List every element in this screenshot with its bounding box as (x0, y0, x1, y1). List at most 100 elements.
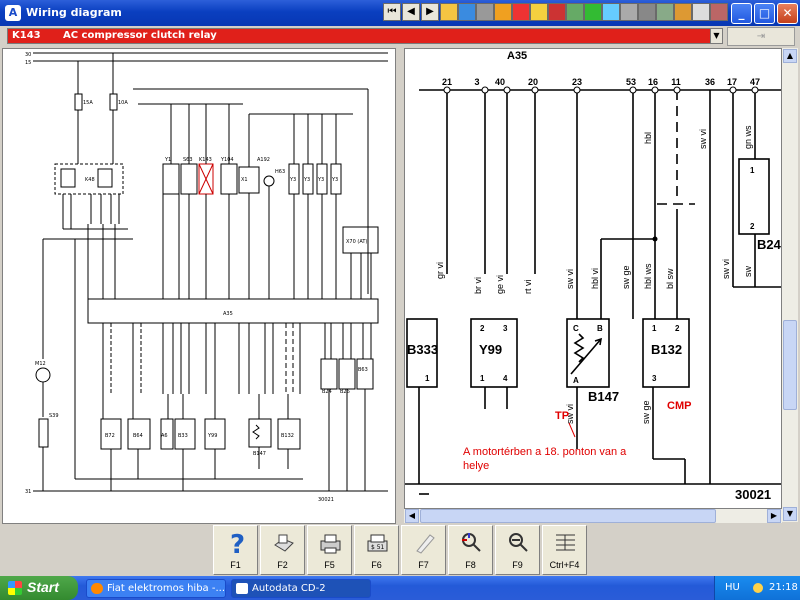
wire-hbl: hbl (643, 132, 653, 144)
scroll-up-icon[interactable]: ▲ (783, 49, 797, 63)
cd-icon[interactable] (620, 3, 638, 21)
crate-icon[interactable] (710, 3, 728, 21)
right-diagram-pane[interactable]: 21 3 40 20 23 53 16 11 36 17 47 A35 gr v… (404, 48, 782, 509)
part-b72: B72 (105, 433, 115, 439)
app-icon[interactable]: A (5, 5, 21, 21)
horizontal-scroll-thumb[interactable] (420, 509, 716, 523)
f2-label: F2 (277, 560, 288, 570)
part-s39: S39 (49, 413, 59, 419)
wire-hbl-vi: hbl vi (590, 268, 600, 289)
pin-3: 3 (474, 77, 479, 87)
firefox-icon (91, 583, 103, 594)
chevron-down-icon[interactable]: ▼ (710, 28, 723, 44)
start-label: Start (27, 579, 59, 595)
vertical-scroll-thumb[interactable] (783, 320, 797, 410)
annotation-text-line1: A motortérben a 18. ponton van a (463, 446, 627, 458)
exit-icon: ⇥ (756, 31, 766, 42)
nav-first-icon[interactable]: ⏮ (383, 3, 401, 21)
wire-sw-vi-b: sw vi (721, 259, 731, 279)
component-select[interactable]: K143 AC compressor clutch relay (7, 28, 722, 44)
part-b63: B63 (358, 367, 368, 373)
part-h63: H63 (275, 169, 285, 175)
wire-bl-sw: bl sw (665, 268, 675, 289)
document-icon[interactable] (512, 3, 530, 21)
export-icon: $ 51 (367, 534, 388, 552)
car-icon[interactable] (530, 3, 548, 21)
house-icon[interactable] (692, 3, 710, 21)
f5-button[interactable]: F5 (307, 525, 352, 575)
pin-36: 36 (705, 77, 715, 87)
taskbar-item-firefox-label: Fiat elektromos hiba -... (107, 583, 225, 594)
notes-icon[interactable] (638, 3, 656, 21)
b132-pin-3: 3 (652, 374, 657, 383)
b147-pin-c: C (573, 324, 579, 333)
globe-icon[interactable] (458, 3, 476, 21)
nav-next-icon[interactable]: ▶ (421, 3, 439, 21)
f2-button[interactable]: F2 (260, 525, 305, 575)
gauge-icon[interactable] (656, 3, 674, 21)
part-y99: Y99 (207, 433, 217, 439)
tools-icon[interactable] (476, 3, 494, 21)
autodata-icon (236, 583, 248, 594)
part-s63: S63 (183, 157, 193, 163)
b132-pin-1: 1 (652, 324, 657, 333)
grid-icon (556, 534, 575, 551)
part-y3-b: Y3 (303, 177, 310, 183)
right-bottom-code: 30021 (735, 487, 771, 502)
flag-icon[interactable] (566, 3, 584, 21)
tp-annotation: TP (555, 410, 569, 422)
wire-sw-ge: sw ge (621, 265, 631, 289)
wire-sw-ge-b132: sw ge (641, 400, 651, 424)
wire-hbl-ws: hbl ws (643, 263, 653, 289)
yellow-envelope-icon[interactable] (440, 3, 458, 21)
f7-label: F7 (418, 560, 429, 570)
part-b64: B64 (133, 433, 143, 439)
exit-button[interactable]: ⇥ (727, 27, 795, 46)
vertical-scrollbar[interactable]: ▲ ▼ (782, 48, 798, 522)
b132-label: B132 (651, 342, 682, 357)
maximize-button[interactable]: □ (754, 3, 775, 24)
f7-button[interactable]: F7 (401, 525, 446, 575)
marker-icon (416, 534, 435, 554)
scroll-right-icon[interactable]: ▶ (767, 509, 781, 523)
b147-pin-b: B (597, 324, 603, 333)
pin-23: 23 (572, 77, 582, 87)
scroll-left-icon[interactable]: ◀ (405, 509, 419, 523)
taskbar-item-autodata[interactable]: Autodata CD-2 (231, 579, 371, 598)
left-diagram-pane[interactable]: 30 15 31 15A 10A K48 A35 X70 (AT) Y1 S63… (2, 48, 396, 524)
close-button[interactable]: ✕ (777, 3, 798, 24)
pin-16: 16 (648, 77, 658, 87)
window-title: Wiring diagram (26, 6, 122, 19)
tray-icon[interactable] (753, 583, 763, 593)
wire-ge-vi: ge vi (495, 275, 505, 294)
scroll-down-icon[interactable]: ▼ (783, 507, 797, 521)
f6-button[interactable]: $ 51 F6 (354, 525, 399, 575)
language-indicator[interactable]: HU (725, 582, 740, 593)
f9-button[interactable]: F9 (495, 525, 540, 575)
part-b24: B24 (322, 389, 332, 395)
taskbar-item-autodata-label: Autodata CD-2 (252, 583, 326, 594)
start-button[interactable]: Start (0, 576, 78, 600)
ladybug-icon[interactable] (584, 3, 602, 21)
fuse-1-label: 15A (83, 100, 93, 106)
engine-icon[interactable] (548, 3, 566, 21)
y99-label: Y99 (479, 342, 502, 357)
b333-label: B333 (407, 342, 438, 357)
pin-21: 21 (442, 77, 452, 87)
folder-icon[interactable] (494, 3, 512, 21)
minimize-button[interactable]: _ (731, 3, 752, 24)
green-card-icon[interactable] (602, 3, 620, 21)
nav-prev-icon[interactable]: ◀ (402, 3, 420, 21)
f1-button[interactable]: ? F1 (213, 525, 258, 575)
pane-splitter[interactable] (396, 48, 404, 524)
horizontal-scrollbar[interactable]: ◀ ▶ (404, 509, 782, 523)
zoom-in-icon (462, 533, 481, 552)
left-wiring-diagram[interactable]: 30 15 31 15A 10A K48 A35 X70 (AT) Y1 S63… (3, 49, 395, 523)
f8-button[interactable]: F8 (448, 525, 493, 575)
right-wiring-diagram[interactable]: 21 3 40 20 23 53 16 11 36 17 47 A35 gr v… (405, 49, 781, 508)
parts-icon[interactable] (674, 3, 692, 21)
component-code: K143 (12, 30, 41, 41)
printer-icon (320, 534, 341, 554)
taskbar-item-firefox[interactable]: Fiat elektromos hiba -... (86, 579, 226, 598)
ctrl-f4-button[interactable]: Ctrl+F4 (542, 525, 587, 575)
